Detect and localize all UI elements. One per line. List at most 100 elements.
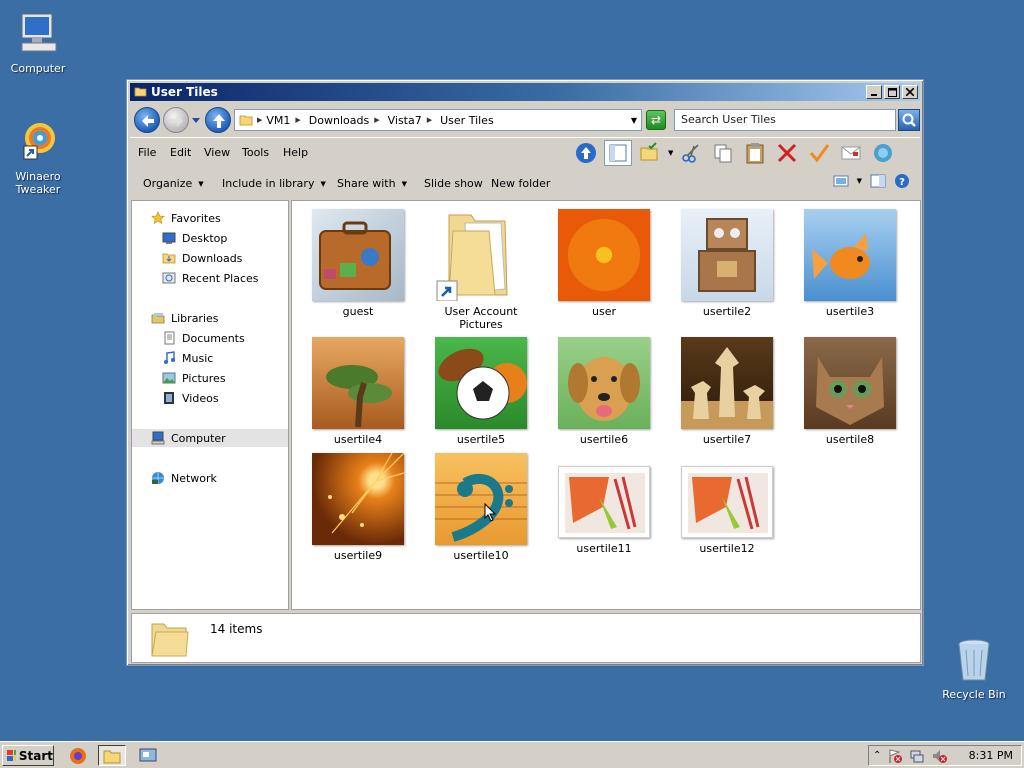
desktop-icon-winaero-tweaker[interactable]: Winaero Tweaker xyxy=(0,118,76,196)
file-name: usertile8 xyxy=(825,433,875,446)
up-toolbar-button[interactable] xyxy=(572,140,600,166)
menu-tools[interactable]: Tools xyxy=(242,146,269,159)
nav-libraries[interactable]: Libraries xyxy=(132,309,288,327)
search-button[interactable] xyxy=(898,109,920,131)
folder-options-button[interactable] xyxy=(636,140,664,166)
address-row: ▶ VM1 ▶ Downloads ▶ Vista7 ▶ User Tiles ▼ ⇄… xyxy=(130,104,920,134)
network-tray-icon[interactable] xyxy=(909,748,925,764)
folder-options-dropdown-icon[interactable]: ▼ xyxy=(668,149,673,157)
volume-muted-icon[interactable] xyxy=(931,748,948,764)
nav-desktop[interactable]: Desktop xyxy=(132,229,288,247)
nav-pictures[interactable]: Pictures xyxy=(132,369,288,387)
minimize-button[interactable] xyxy=(866,85,882,99)
include-in-library-button[interactable]: Include in library ▼ xyxy=(222,177,326,190)
desktop-icon-computer[interactable]: Computer xyxy=(0,10,76,75)
breadcrumb-item[interactable]: Vista7 ▶ xyxy=(388,114,437,127)
email-button[interactable] xyxy=(837,140,865,166)
cut-button[interactable] xyxy=(677,140,705,166)
back-button[interactable] xyxy=(134,107,160,133)
delete-button[interactable] xyxy=(773,140,801,166)
share-with-button[interactable]: Share with ▼ xyxy=(337,177,407,190)
up-button[interactable] xyxy=(205,107,231,133)
menu-help[interactable]: Help xyxy=(283,146,308,159)
properties-button[interactable] xyxy=(805,140,833,166)
breadcrumb-arrow-icon[interactable]: ▶ xyxy=(427,116,432,124)
menu-file[interactable]: File xyxy=(138,146,156,159)
shell-icon xyxy=(874,144,893,162)
organize-button[interactable]: Organize ▼ xyxy=(143,177,204,190)
start-button[interactable]: Start xyxy=(2,745,54,766)
file-item[interactable]: usertile12 xyxy=(675,466,779,555)
file-name: guest xyxy=(342,305,374,318)
file-item[interactable]: usertile3 xyxy=(798,209,902,318)
preview-pane-button[interactable] xyxy=(604,140,632,166)
address-dropdown-icon[interactable]: ▼ xyxy=(631,116,637,125)
preview-pane-toggle-icon[interactable] xyxy=(870,174,886,188)
forward-button[interactable] xyxy=(163,107,189,133)
file-item[interactable]: usertile7 xyxy=(675,337,779,446)
nav-label: Desktop xyxy=(182,231,228,245)
file-name: usertile5 xyxy=(456,433,506,446)
up-arrow-icon xyxy=(213,114,225,128)
search-input[interactable]: Search User Tiles xyxy=(674,109,896,131)
breadcrumb-label: Vista7 xyxy=(387,113,422,127)
file-item[interactable]: usertile8 xyxy=(798,337,902,446)
nav-music[interactable]: Music xyxy=(132,349,288,367)
file-item[interactable]: usertile10 xyxy=(429,453,533,562)
file-item[interactable]: user xyxy=(552,209,656,318)
show-desktop-quicklaunch[interactable] xyxy=(134,745,162,766)
view-options-dropdown-icon[interactable]: ▼ xyxy=(857,177,862,185)
options-button[interactable] xyxy=(869,140,897,166)
menu-view[interactable]: View xyxy=(204,146,230,159)
firefox-quicklaunch[interactable] xyxy=(64,745,92,766)
nav-videos[interactable]: Videos xyxy=(132,389,288,407)
close-button[interactable] xyxy=(902,85,918,99)
address-bar[interactable]: ▶ VM1 ▶ Downloads ▶ Vista7 ▶ User Tiles ▼ xyxy=(234,109,642,131)
file-item[interactable]: usertile9 xyxy=(306,453,410,562)
nav-documents[interactable]: Documents xyxy=(132,329,288,347)
help-icon[interactable]: ? xyxy=(894,173,910,189)
recent-pages-dropdown-icon[interactable] xyxy=(192,116,200,124)
nav-recent-places[interactable]: Recent Places xyxy=(132,269,288,287)
new-folder-button[interactable]: New folder xyxy=(491,177,550,190)
breadcrumb-arrow-icon[interactable]: ▶ xyxy=(257,116,262,124)
file-item[interactable]: guest xyxy=(306,209,410,318)
desktop-icon-recycle-bin[interactable]: Recycle Bin xyxy=(936,636,1012,701)
file-item[interactable]: usertile4 xyxy=(306,337,410,446)
nav-computer[interactable]: Computer xyxy=(132,429,288,447)
folder-icon xyxy=(134,87,147,97)
menu-edit[interactable]: Edit xyxy=(170,146,191,159)
breadcrumb-arrow-icon[interactable]: ▶ xyxy=(295,116,300,124)
nav-downloads[interactable]: Downloads xyxy=(132,249,288,267)
title-bar[interactable]: User Tiles xyxy=(130,83,920,101)
file-item[interactable]: usertile6 xyxy=(552,337,656,446)
desktop-icon xyxy=(162,232,176,244)
minimize-icon xyxy=(871,94,877,96)
breadcrumb-item[interactable]: Downloads ▶ xyxy=(309,114,384,127)
file-item[interactable]: User Account Pictures xyxy=(429,209,533,331)
paste-button[interactable] xyxy=(741,140,769,166)
close-icon xyxy=(906,88,914,96)
explorer-taskbar-button[interactable] xyxy=(98,745,126,766)
file-item[interactable]: usertile11 xyxy=(552,466,656,555)
chess-icon xyxy=(681,337,773,429)
refresh-button[interactable]: ⇄ xyxy=(646,110,666,130)
breadcrumb-item[interactable]: VM1 ▶ xyxy=(266,114,304,127)
clock[interactable]: 8:31 PM xyxy=(969,749,1021,762)
copy-button[interactable] xyxy=(709,140,737,166)
nav-network[interactable]: Network xyxy=(132,469,288,487)
breadcrumb-label: User Tiles xyxy=(440,113,494,127)
file-list: guest User Account Pictures user usertil… xyxy=(291,200,921,610)
action-center-flag-icon[interactable] xyxy=(887,748,903,764)
view-options-icon[interactable] xyxy=(833,174,849,188)
nav-favorites[interactable]: Favorites xyxy=(132,209,288,227)
file-item[interactable]: usertile5 xyxy=(429,337,533,446)
slide-show-button[interactable]: Slide show xyxy=(424,177,483,190)
breadcrumb-item[interactable]: User Tiles xyxy=(440,114,498,127)
paintbrush-icon xyxy=(558,466,650,538)
file-item[interactable]: usertile2 xyxy=(675,209,779,318)
kitten-icon xyxy=(804,337,896,429)
maximize-button[interactable] xyxy=(884,85,900,99)
tray-expand-icon[interactable]: ⌃ xyxy=(873,750,881,761)
breadcrumb-arrow-icon[interactable]: ▶ xyxy=(374,116,379,124)
